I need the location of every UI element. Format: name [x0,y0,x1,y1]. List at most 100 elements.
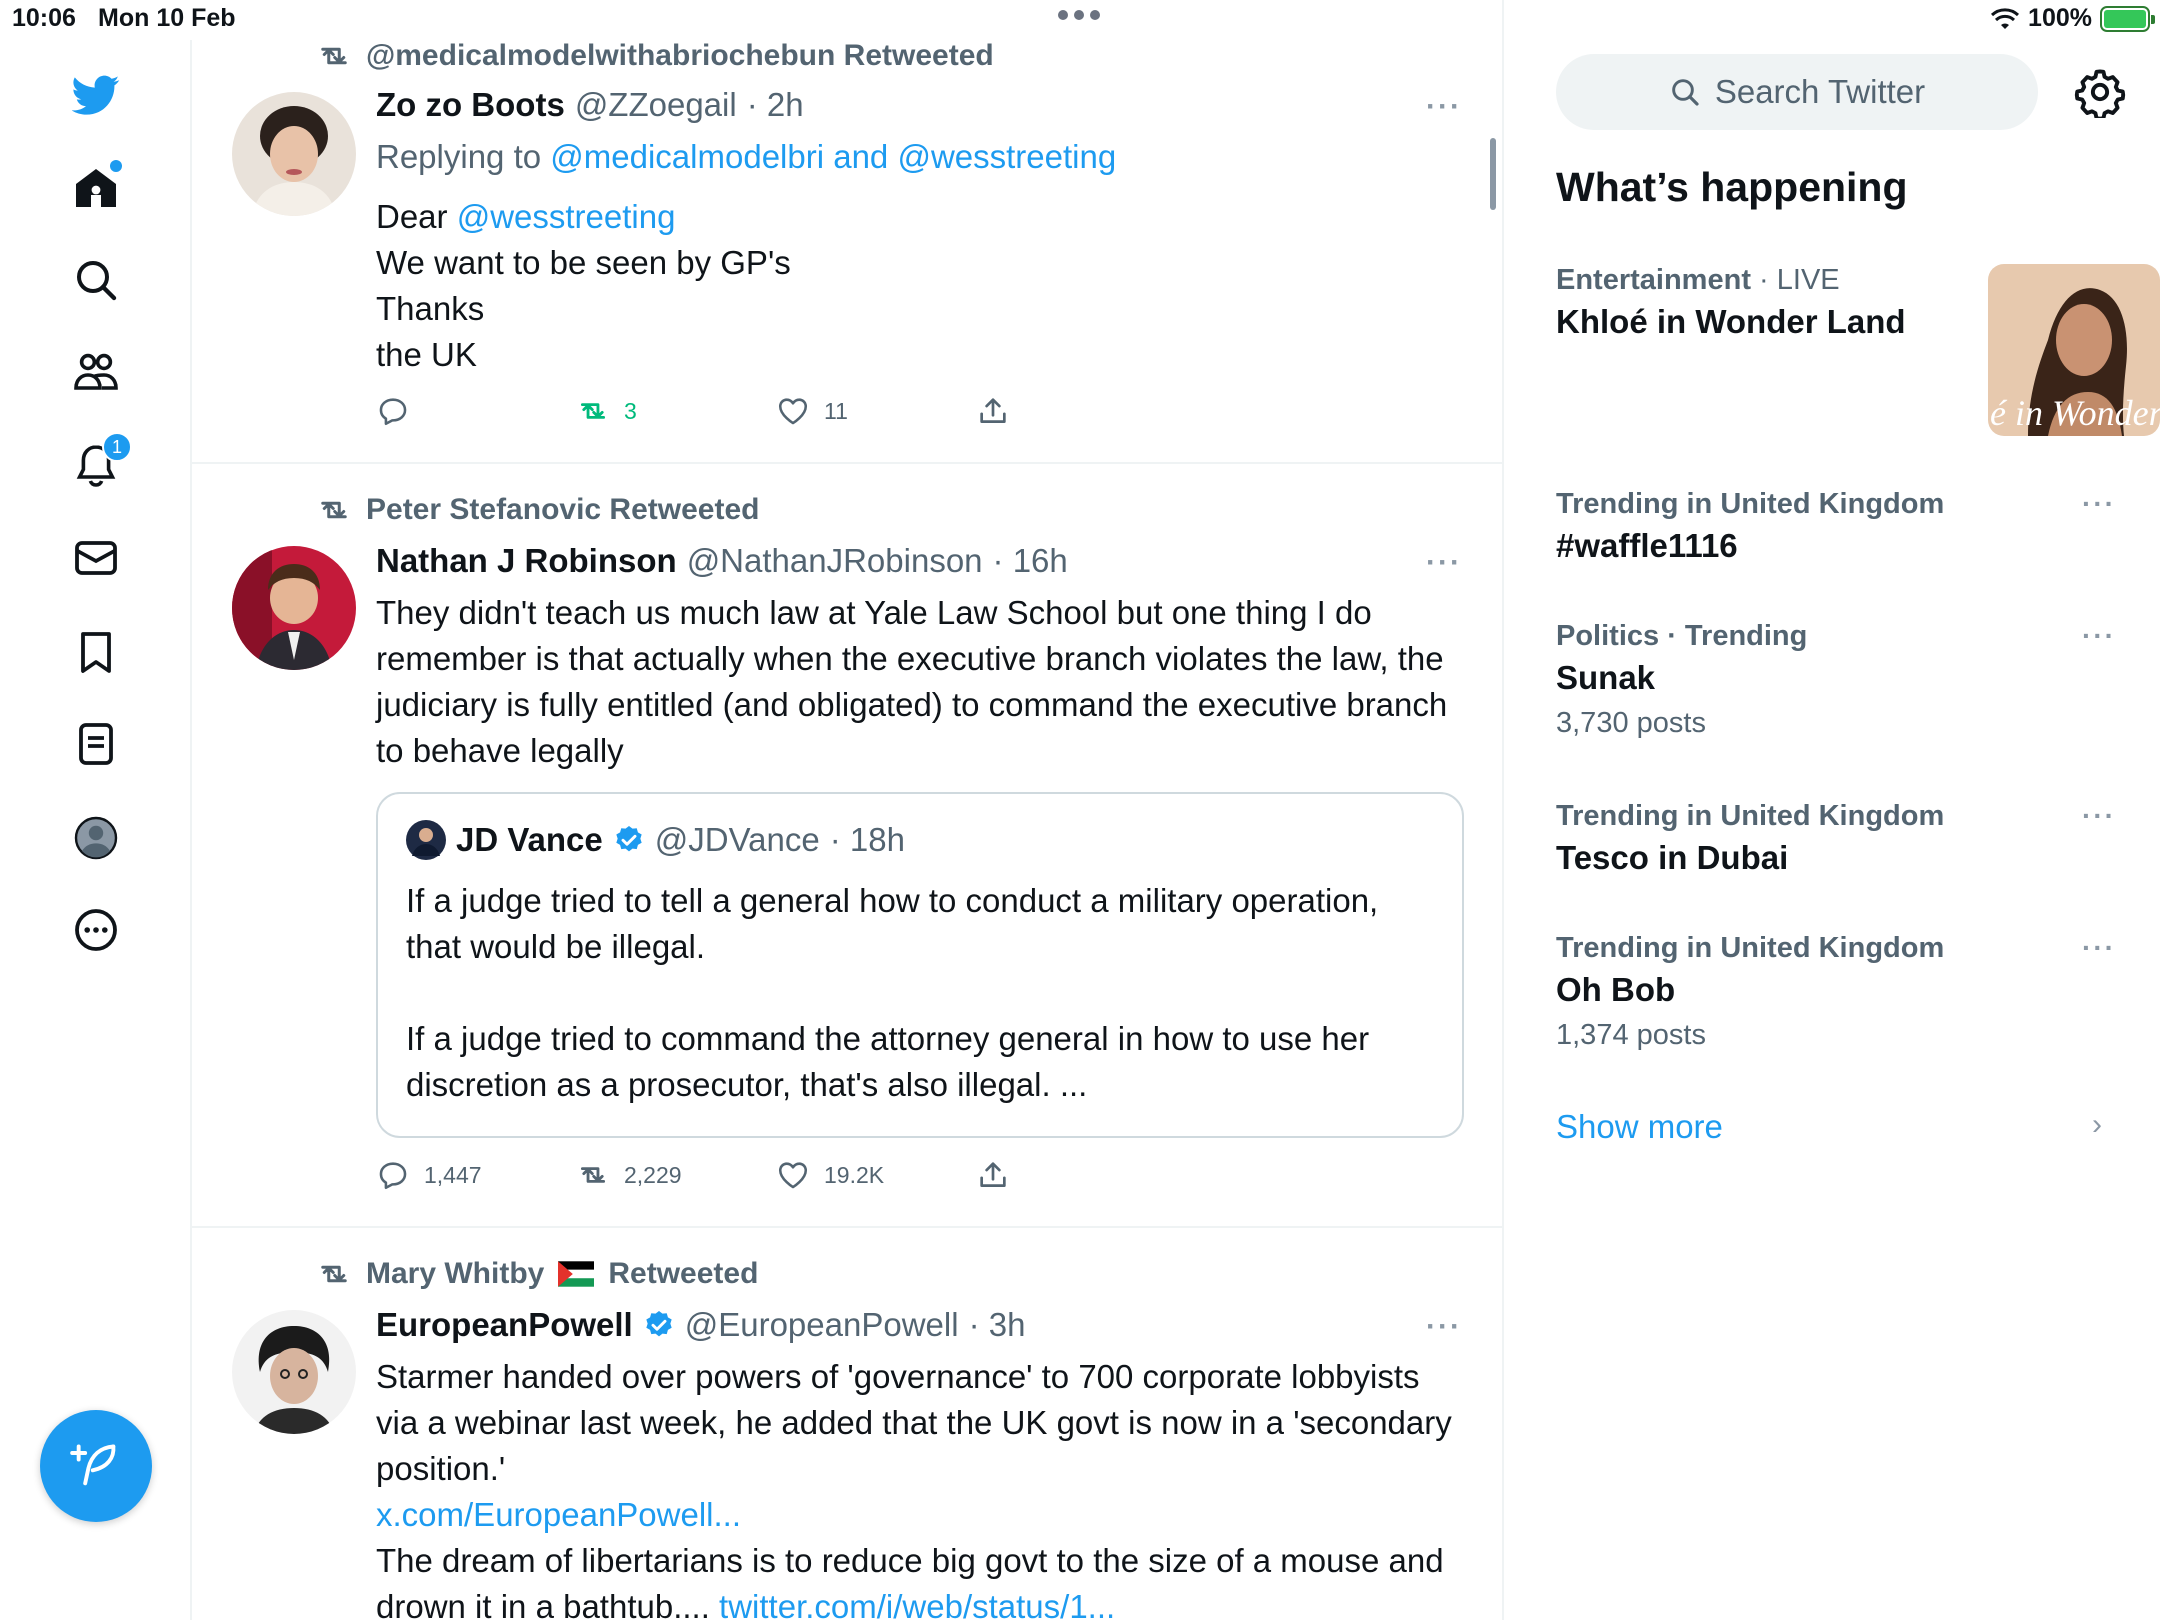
messages-envelope-icon[interactable] [66,528,126,588]
tweet-actions: 1,447 2,229 19.2K [376,1158,1016,1198]
mention-link[interactable]: @wesstreeting [457,198,676,235]
search-placeholder: Search Twitter [1714,73,1926,110]
tweet[interactable]: Mary Whitby Retweeted EuropeanPowell @Eu… [192,1228,1502,1620]
author-name[interactable]: Nathan J Robinson [376,542,677,580]
right-sidebar: Search Twitter What’s happening Entertai… [1504,40,2160,1620]
retweet-icon [580,1167,606,1183]
tweet-more-icon[interactable]: ··· [1426,1310,1462,1344]
author-name[interactable]: EuropeanPowell [376,1306,633,1344]
thumbnail-caption: é in Wonder l [1990,393,2160,433]
compose-tweet-button[interactable] [40,1410,152,1522]
chevron-right-icon[interactable]: › [2092,1108,2102,1142]
twitter-logo-icon[interactable] [66,64,126,124]
quote-avatar[interactable] [406,820,446,860]
left-nav: 1 [0,40,192,1620]
trend-more-icon[interactable]: ··· [2082,800,2116,832]
author-handle[interactable]: @EuropeanPowell [685,1306,959,1344]
retweeted-by[interactable]: Peter Stefanovic Retweeted [366,493,759,527]
tweet-header: Zo zo Boots @ZZoegail · 2h [376,86,804,124]
trend-post-count: 1,374 posts [1556,1019,1706,1051]
body-line: the UK [376,336,477,373]
retweeted-suffix: Retweeted [608,1257,759,1290]
trend-item[interactable]: Trending in United Kingdom #waffle1116 ·… [1556,488,2116,565]
tweet-time[interactable]: · 2h [747,86,804,124]
tweet-time[interactable]: · 16h [993,542,1068,580]
retweeted-by-name[interactable]: Mary Whitby [366,1257,544,1291]
trend-title: Sunak [1556,659,1656,696]
trend-category-label: Entertainment [1556,264,1751,296]
search-icon[interactable] [66,250,126,310]
trend-category: Trending in United Kingdom [1556,932,1945,964]
retweet-button[interactable]: 2,229 [576,1158,682,1192]
trend-more-icon[interactable]: ··· [2082,488,2116,520]
avatar[interactable] [232,1310,356,1434]
quote-paragraph: If a judge tried to tell a general how t… [406,882,1379,965]
trend-category: Trending in United Kingdom [1556,488,1945,520]
verified-badge-icon [646,1311,672,1337]
battery-icon [2100,5,2155,32]
settings-gear-icon[interactable] [2074,66,2126,118]
tweet-text: They didn't teach us much law at Yale La… [376,594,1448,769]
avatar[interactable] [232,92,356,216]
more-options-circle-icon[interactable] [66,900,126,960]
retweeted-by[interactable]: @medicalmodelwithabriochebun Retweeted [366,39,994,73]
notifications-bell-icon[interactable]: 1 [66,432,132,496]
trend-more-icon[interactable]: ··· [2082,932,2116,964]
quote-header: JD Vance @JDVance · 18h [406,820,905,860]
replying-to-users[interactable]: @medicalmodelbri and @wesstreeting [550,138,1116,175]
trend-item[interactable]: Trending in United Kingdom Oh Bob 1,374 … [1556,932,2116,1052]
share-button[interactable] [976,1158,1010,1192]
like-button[interactable]: 11 [776,394,848,428]
body-paragraph: Starmer handed over powers of 'governanc… [376,1358,1452,1487]
home-unread-dot [110,160,122,172]
tweet[interactable]: Peter Stefanovic Retweeted Nathan J Robi… [192,464,1502,1228]
retweet-icon [321,1265,347,1283]
show-more-link[interactable]: Show more [1556,1108,1723,1146]
tweet[interactable]: @medicalmodelwithabriochebun Retweeted Z… [192,0,1502,464]
trend-post-count: 3,730 posts [1556,707,1706,739]
quoted-tweet[interactable]: JD Vance @JDVance · 18h If a judge tried… [376,792,1464,1138]
replying-prefix: Replying to [376,138,542,175]
retweet-icon [321,47,347,65]
share-button[interactable] [976,394,1010,428]
bookmarks-icon[interactable] [66,622,126,682]
tweet-text: Starmer handed over powers of 'governanc… [376,1354,1456,1620]
tweet-time[interactable]: · 3h [969,1306,1026,1344]
notifications-badge: 1 [102,432,132,462]
trend-item[interactable]: Trending in United Kingdom Tesco in Duba… [1556,800,2116,877]
retweet-context: Peter Stefanovic Retweeted [316,492,759,528]
avatar[interactable] [232,546,356,670]
retweet-icon [321,501,347,519]
author-handle[interactable]: @NathanJRobinson [687,542,983,580]
tweet-more-icon[interactable]: ··· [1426,90,1462,124]
quote-author-handle[interactable]: @JDVance [655,821,820,859]
quote-time: · 18h [829,821,905,858]
author-name[interactable]: Zo zo Boots [376,86,565,124]
tweet-link[interactable]: twitter.com/i/web/status/1... [719,1588,1115,1620]
author-handle[interactable]: @ZZoegail [575,86,737,124]
profile-avatar-icon[interactable] [66,808,126,868]
tweet-more-icon[interactable]: ··· [1426,546,1462,580]
like-count: 11 [824,397,848,424]
heart-icon [778,1162,808,1189]
communities-icon[interactable] [66,342,126,402]
retweet-context: Mary Whitby Retweeted [316,1256,758,1292]
home-icon[interactable] [66,158,126,218]
tweet-link[interactable]: x.com/EuropeanPowell... [376,1492,1456,1538]
like-button[interactable]: 19.2K [776,1158,884,1192]
retweet-context: @medicalmodelwithabriochebun Retweeted [316,38,994,74]
trend-item[interactable]: Politics · Trending Sunak 3,730 posts ··… [1556,620,2116,740]
trend-item[interactable]: Entertainment · LIVE Khloé in Wonder Lan… [1556,264,2160,444]
reply-button[interactable]: 1,447 [376,1158,482,1192]
quote-author-name[interactable]: JD Vance [456,821,603,859]
reply-button[interactable] [376,394,424,428]
status-right: 100% [1990,4,2155,33]
retweet-button[interactable]: 3 [576,394,637,428]
trend-category: Politics · Trending [1556,620,1808,652]
live-label: · LIVE [1759,264,1840,296]
lists-icon[interactable] [66,714,126,774]
search-input[interactable]: Search Twitter [1556,54,2038,130]
share-icon [980,398,1006,423]
trend-thumbnail[interactable]: é in Wonder l [1988,264,2160,436]
trend-more-icon[interactable]: ··· [2082,620,2116,652]
